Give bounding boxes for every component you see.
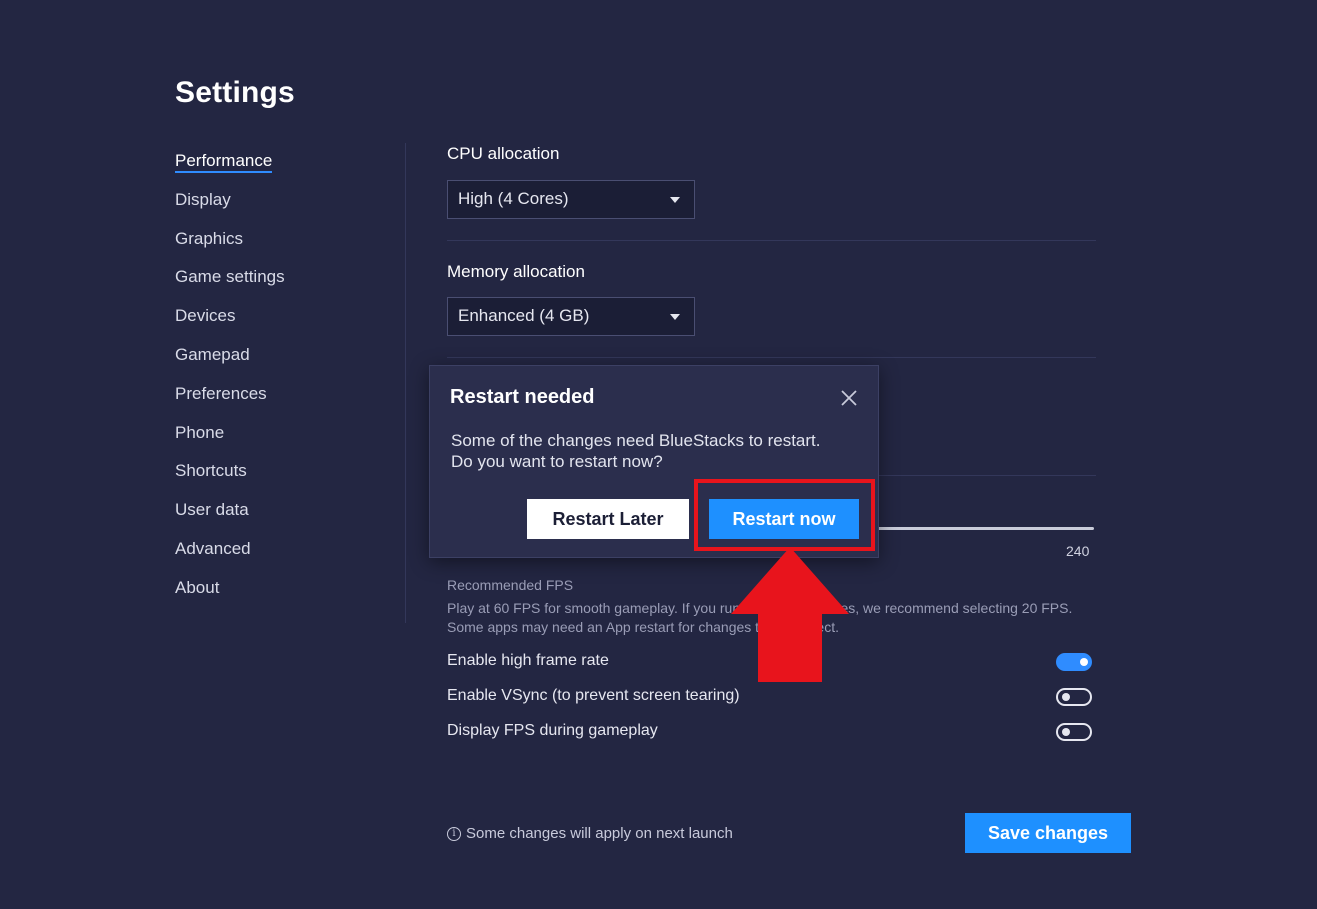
settings-sidebar: Performance Display Graphics Game settin… (175, 150, 375, 616)
toggle-knob (1080, 658, 1088, 666)
sidebar-item-graphics[interactable]: Graphics (175, 228, 375, 267)
sidebar-item-label: Shortcuts (175, 461, 247, 481)
sidebar-item-performance[interactable]: Performance (175, 150, 375, 189)
dialog-body: Some of the changes need BlueStacks to r… (451, 430, 861, 472)
sidebar-item-label: Display (175, 189, 231, 209)
sidebar-item-phone[interactable]: Phone (175, 422, 375, 461)
sidebar-item-user-data[interactable]: User data (175, 499, 375, 538)
restart-later-button[interactable]: Restart Later (527, 499, 689, 539)
memory-allocation-label: Memory allocation (447, 262, 585, 281)
memory-allocation-select[interactable]: Enhanced (4 GB) (447, 297, 695, 336)
sidebar-divider (405, 143, 406, 623)
sidebar-item-label: Graphics (175, 228, 244, 248)
sidebar-item-preferences[interactable]: Preferences (175, 383, 375, 422)
dialog-body-line: Some of the changes need BlueStacks to r… (451, 431, 821, 450)
restart-dialog: Restart needed Some of the changes need … (429, 365, 879, 558)
toggle-knob (1062, 728, 1070, 736)
sidebar-item-label: Performance (175, 151, 273, 173)
footer-note: i Some changes will apply on next launch (447, 825, 733, 842)
sidebar-item-shortcuts[interactable]: Shortcuts (175, 460, 375, 499)
toggle-row-vsync: Enable VSync (to prevent screen tearing) (447, 686, 1092, 708)
cpu-allocation-value: High (4 Cores) (458, 189, 569, 208)
toggle-row-high-frame-rate: Enable high frame rate (447, 651, 1092, 673)
dialog-body-line: Do you want to restart now? (451, 452, 663, 471)
recommended-fps-title: Recommended FPS (447, 577, 574, 593)
memory-allocation-value: Enhanced (4 GB) (458, 306, 590, 325)
toggle-label: Display FPS during gameplay (447, 722, 658, 739)
high-frame-rate-toggle[interactable] (1056, 653, 1092, 671)
fps-slider[interactable] (860, 527, 1094, 530)
sidebar-item-label: Gamepad (175, 344, 250, 364)
cpu-allocation-select[interactable]: High (4 Cores) (447, 180, 695, 219)
sidebar-item-gamepad[interactable]: Gamepad (175, 344, 375, 383)
footer-note-text: Some changes will apply on next launch (466, 825, 733, 842)
section-divider (447, 357, 1096, 358)
sidebar-item-label: Advanced (175, 538, 251, 558)
toggle-label: Enable VSync (to prevent screen tearing) (447, 687, 740, 704)
save-changes-button[interactable]: Save changes (965, 813, 1131, 853)
sidebar-item-about[interactable]: About (175, 577, 375, 616)
fps-max-tick: 240 (1066, 543, 1090, 559)
sidebar-item-label: User data (175, 500, 249, 520)
sidebar-item-label: Preferences (175, 383, 267, 403)
sidebar-item-devices[interactable]: Devices (175, 305, 375, 344)
sidebar-item-advanced[interactable]: Advanced (175, 538, 375, 577)
toggle-knob (1062, 693, 1070, 701)
dialog-title: Restart needed (450, 386, 595, 408)
chevron-down-icon (670, 197, 680, 203)
display-fps-toggle[interactable] (1056, 723, 1092, 741)
close-icon[interactable] (840, 389, 858, 407)
sidebar-item-label: Devices (175, 306, 236, 326)
toggle-label: Enable high frame rate (447, 652, 609, 669)
sidebar-item-game-settings[interactable]: Game settings (175, 266, 375, 305)
recommended-fps-text: Play at 60 FPS for smooth gameplay. If y… (447, 600, 1073, 635)
sidebar-item-display[interactable]: Display (175, 189, 375, 228)
info-icon: i (447, 826, 461, 841)
section-divider (447, 240, 1096, 241)
cpu-allocation-label: CPU allocation (447, 144, 560, 163)
toggle-row-display-fps: Display FPS during gameplay (447, 721, 1092, 743)
sidebar-item-label: About (175, 577, 220, 597)
sidebar-item-label: Game settings (175, 267, 285, 287)
page-title: Settings (175, 76, 295, 109)
chevron-down-icon (670, 314, 680, 320)
vsync-toggle[interactable] (1056, 688, 1092, 706)
restart-now-button[interactable]: Restart now (709, 499, 859, 539)
sidebar-item-label: Phone (175, 422, 225, 442)
